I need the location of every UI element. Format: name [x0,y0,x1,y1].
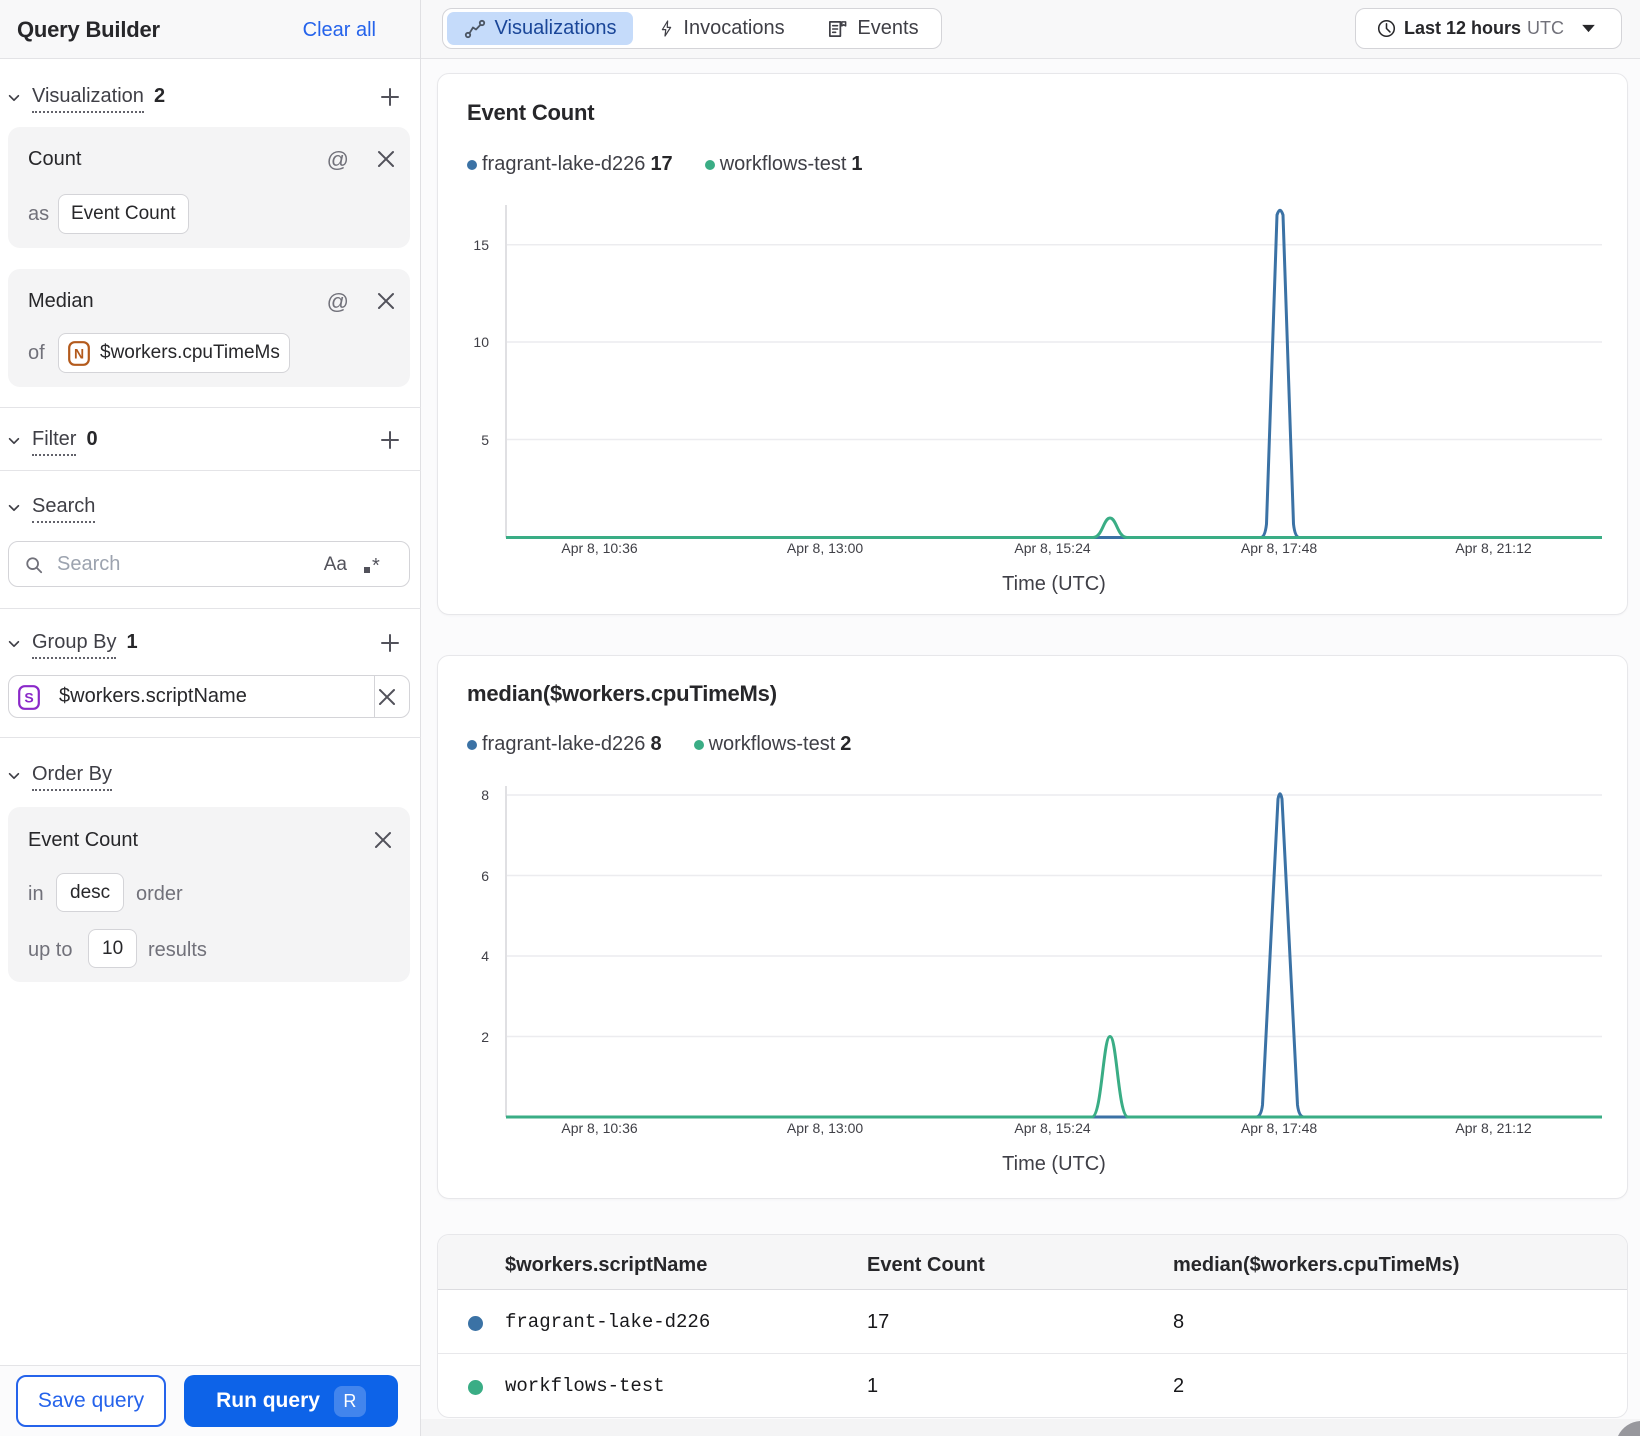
svg-text:Time (UTC): Time (UTC) [1002,573,1106,595]
svg-text:Apr 8, 21:12: Apr 8, 21:12 [1455,540,1531,556]
svg-text:Apr 8, 15:24: Apr 8, 15:24 [1014,540,1090,556]
svg-text:Apr 8, 13:00: Apr 8, 13:00 [787,540,863,556]
svg-text:N: N [74,345,84,361]
svg-text:4: 4 [481,948,489,964]
svg-text:Apr 8, 13:00: Apr 8, 13:00 [787,1120,863,1136]
svg-text:Apr 8, 10:36: Apr 8, 10:36 [561,540,637,556]
svg-text:5: 5 [481,432,489,448]
svg-text:Apr 8, 21:12: Apr 8, 21:12 [1455,1120,1531,1136]
svg-text:*: * [372,555,380,576]
svg-text:Apr 8, 17:48: Apr 8, 17:48 [1241,540,1317,556]
svg-text:Apr 8, 10:36: Apr 8, 10:36 [561,1120,637,1136]
svg-text:2: 2 [481,1029,489,1045]
svg-text:Time (UTC): Time (UTC) [1002,1153,1106,1175]
svg-text:Apr 8, 17:48: Apr 8, 17:48 [1241,1120,1317,1136]
svg-text:8: 8 [481,787,489,803]
svg-text:S: S [24,690,33,706]
svg-text:15: 15 [473,237,489,253]
svg-text:10: 10 [473,334,489,350]
svg-text:Apr 8, 15:24: Apr 8, 15:24 [1014,1120,1090,1136]
svg-text:6: 6 [481,868,489,884]
